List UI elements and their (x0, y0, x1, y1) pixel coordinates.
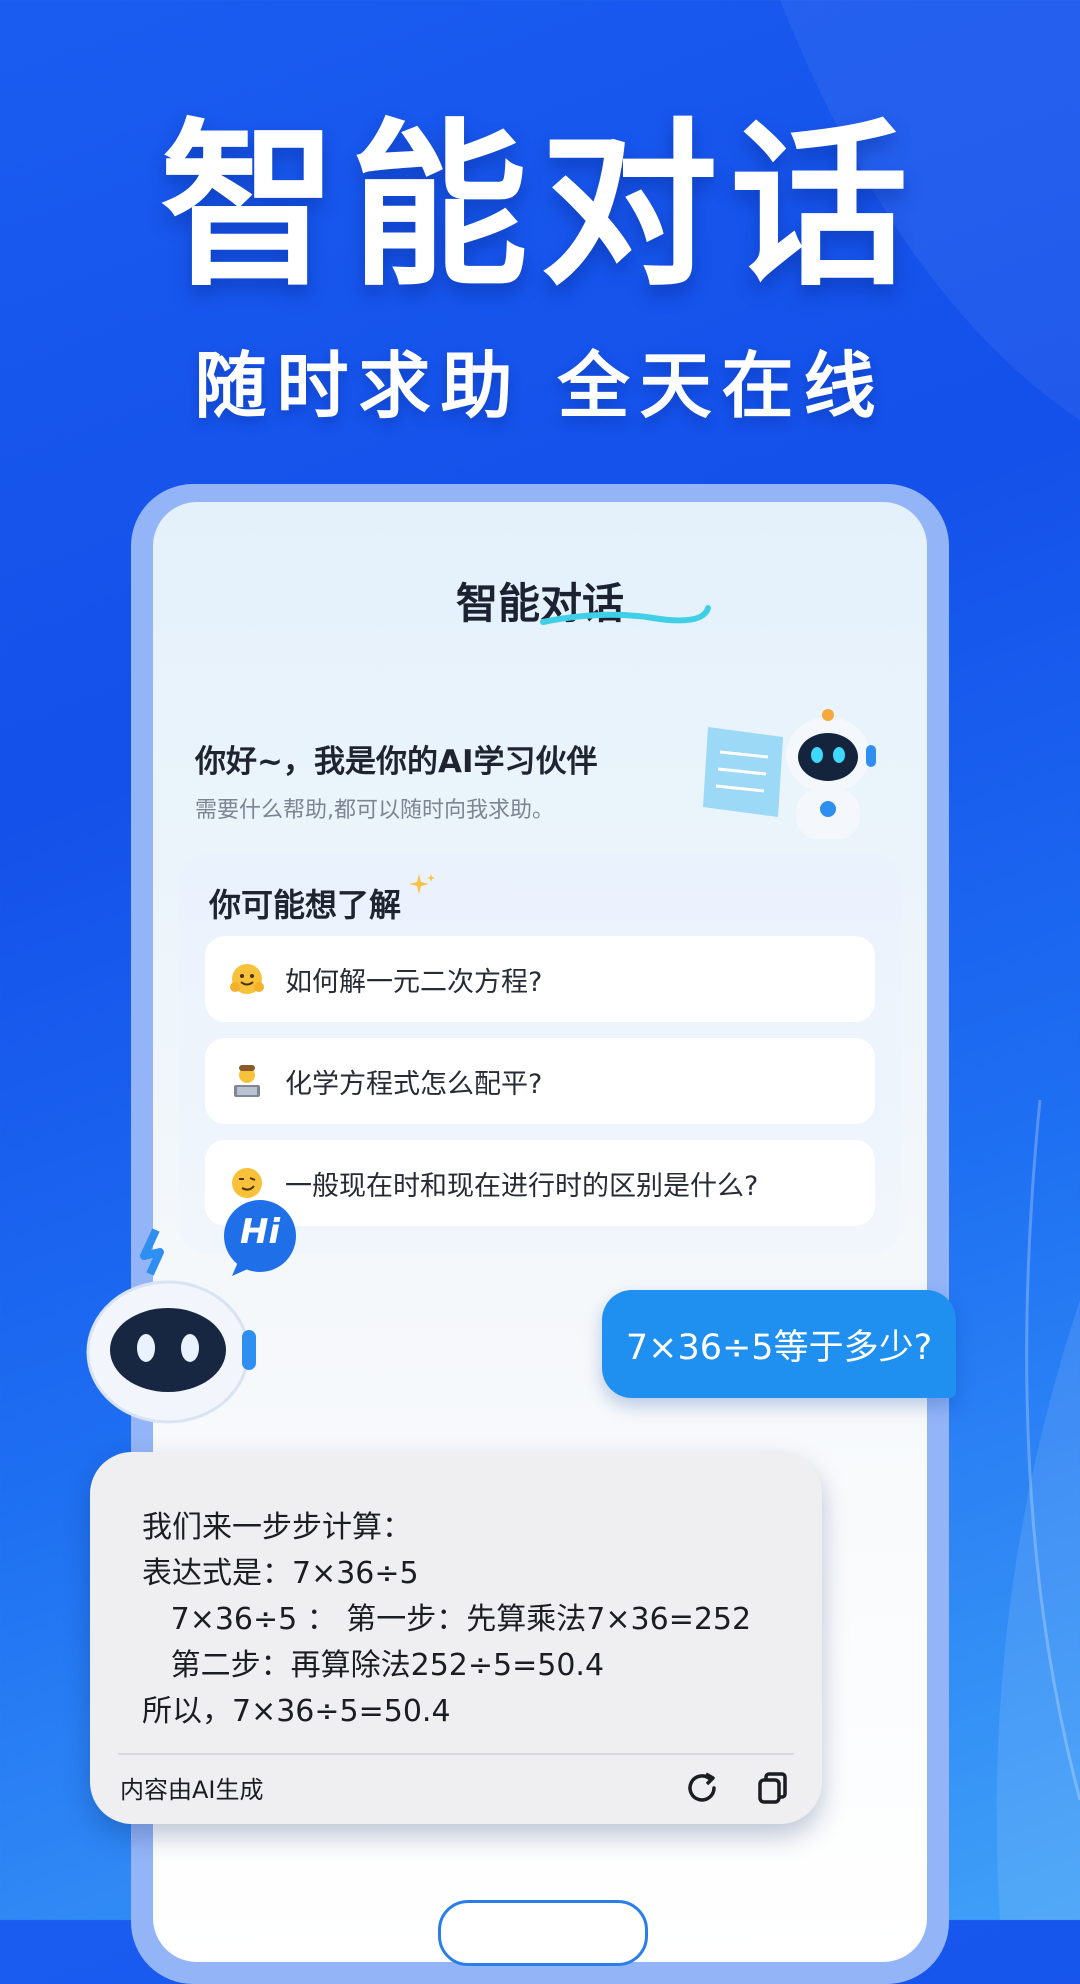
suggestions-panel: 你可能想了解 如何解一元二次方程? 化学方程式怎么配平? 一般现在时和现在进行时… (179, 854, 901, 1254)
sparkle-icon (409, 874, 435, 894)
ai-response-bubble: 我们来一步步计算： 表达式是：7×36÷5 7×36÷5 ： 第一步：先算乘法7… (90, 1452, 822, 1824)
hi-text: Hi (239, 1212, 281, 1252)
ai-response-line: 表达式是：7×36÷5 (142, 1556, 419, 1591)
ai-response-line: 7×36÷5 ： 第一步：先算乘法7×36=252 (142, 1602, 752, 1637)
ai-disclaimer: 内容由AI生成 (120, 1776, 264, 1804)
suggestion-item[interactable]: 化学方程式怎么配平? (205, 1038, 875, 1124)
suggestion-item[interactable]: 如何解一元二次方程? (205, 936, 875, 1022)
greeting-subtitle: 需要什么帮助,都可以随时向我求助。 (195, 798, 554, 823)
ai-divider (118, 1753, 794, 1755)
title-underline-swoosh (540, 605, 711, 625)
hero-title: 智能对话 (160, 103, 920, 310)
robot-mascot-icon (703, 709, 876, 839)
smirk-face-icon (227, 1163, 267, 1203)
user-message-bubble: 7×36÷5等于多少? (602, 1290, 956, 1398)
suggestion-item[interactable]: 一般现在时和现在进行时的区别是什么? (205, 1140, 875, 1226)
ai-response-line: 第二步：再算除法252÷5=50.4 (142, 1648, 605, 1683)
suggestions-heading: 你可能想了解 (209, 886, 402, 924)
regenerate-icon[interactable] (680, 1766, 724, 1810)
suggestion-text: 如何解一元二次方程? (285, 966, 543, 998)
bottom-action-pill[interactable] (438, 1900, 648, 1966)
technologist-icon (227, 1061, 267, 1101)
hug-face-icon (227, 959, 267, 999)
suggestion-text: 化学方程式怎么配平? (285, 1068, 543, 1100)
greeting-title: 你好~，我是你的AI学习伙伴 (195, 744, 598, 780)
suggestion-text: 一般现在时和现在进行时的区别是什么? (285, 1170, 759, 1202)
ai-response-line: 所以，7×36÷5=50.4 (142, 1694, 451, 1729)
ai-response-line: 我们来一步步计算： (142, 1510, 412, 1545)
hero-subtitle: 随时求助 全天在线 (194, 344, 886, 428)
copy-icon[interactable] (750, 1766, 794, 1810)
